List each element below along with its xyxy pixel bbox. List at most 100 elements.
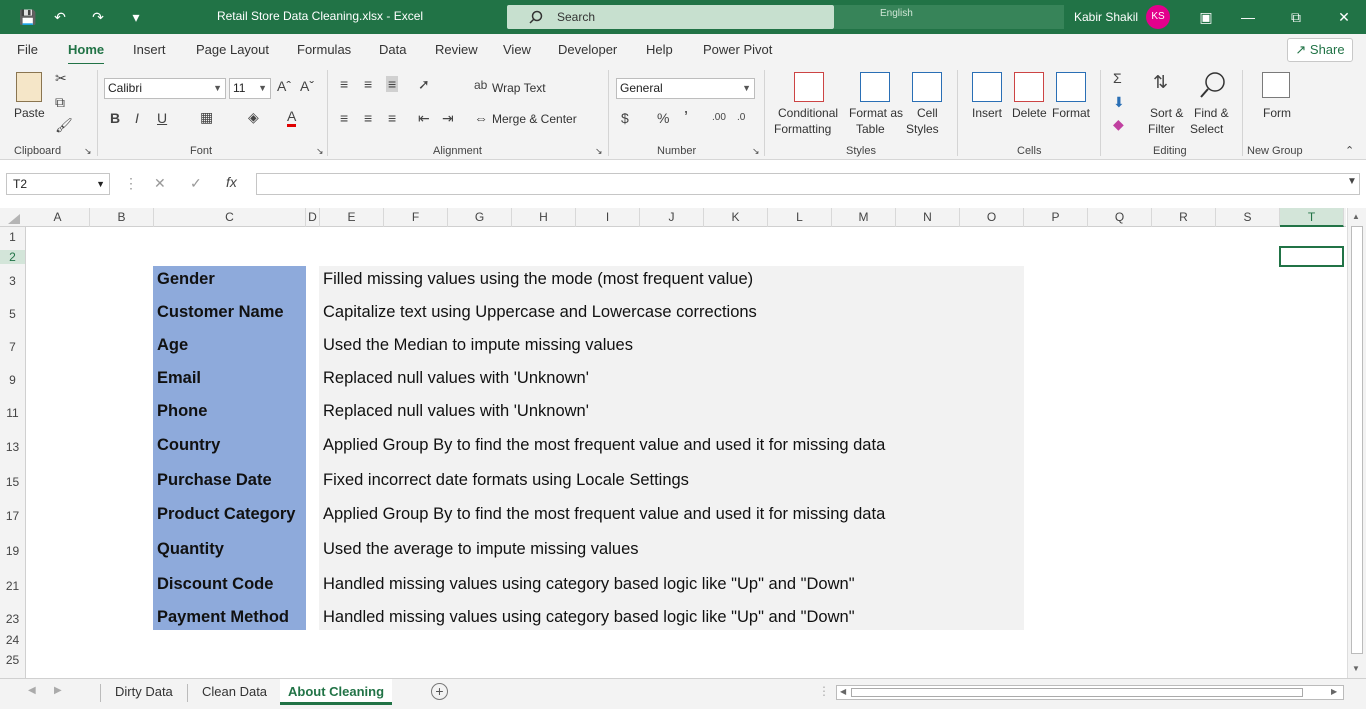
sheet-tab-clean-data[interactable]: Clean Data xyxy=(202,684,267,699)
scroll-up-icon[interactable]: ▲ xyxy=(1352,212,1360,221)
find-select-button[interactable]: Find & xyxy=(1194,106,1229,120)
cut-icon[interactable]: ✂ xyxy=(55,70,67,87)
format-painter-icon[interactable]: 🖌 xyxy=(55,117,73,134)
row-header[interactable]: 3 xyxy=(0,274,25,288)
column-header-p[interactable]: P xyxy=(1024,208,1088,227)
field-description[interactable]: Fixed incorrect date formats using Local… xyxy=(323,471,689,490)
insert-button[interactable]: Insert xyxy=(972,106,1002,120)
column-header-d[interactable]: D xyxy=(306,208,320,227)
column-header-f[interactable]: F xyxy=(384,208,448,227)
autosum-icon[interactable]: Σ xyxy=(1113,70,1122,86)
column-header-e[interactable]: E xyxy=(320,208,384,227)
enter-icon[interactable]: ✓ xyxy=(190,175,202,192)
column-header-j[interactable]: J xyxy=(640,208,704,227)
field-label[interactable]: Email xyxy=(157,369,201,388)
ribbon-display-icon[interactable]: ▣ xyxy=(1196,7,1216,27)
add-sheet-icon[interactable]: + xyxy=(431,683,448,700)
field-label[interactable]: Discount Code xyxy=(157,575,273,594)
decrease-indent-icon[interactable]: ⇤ xyxy=(418,110,430,127)
tab-split-icon[interactable]: ⋮ xyxy=(818,684,830,698)
fill-color-icon[interactable]: ◈ xyxy=(248,109,259,126)
row-header[interactable]: 1 xyxy=(0,230,25,244)
avatar[interactable]: KS xyxy=(1146,5,1170,29)
user-name[interactable]: Kabir Shakil xyxy=(1074,10,1138,24)
paste-button[interactable]: Paste xyxy=(14,106,45,120)
wrap-text-icon[interactable]: ab xyxy=(474,78,487,92)
orientation-icon[interactable]: ➚ xyxy=(418,76,430,93)
row-header[interactable]: 23 xyxy=(0,612,25,626)
column-header-h[interactable]: H xyxy=(512,208,576,227)
close-icon[interactable]: ✕ xyxy=(1334,7,1354,27)
column-header-b[interactable]: B xyxy=(90,208,154,227)
column-header-i[interactable]: I xyxy=(576,208,640,227)
currency-icon[interactable]: $ xyxy=(621,110,629,126)
align-right-icon[interactable]: ≡ xyxy=(388,110,396,126)
field-label[interactable]: Age xyxy=(157,336,188,355)
column-header-m[interactable]: M xyxy=(832,208,896,227)
cell-styles-button-line2[interactable]: Styles xyxy=(906,122,939,136)
maximize-icon[interactable]: ⧉ xyxy=(1286,7,1306,27)
column-header-a[interactable]: A xyxy=(26,208,90,227)
column-header-s[interactable]: S xyxy=(1216,208,1280,227)
field-label[interactable]: Country xyxy=(157,436,220,455)
row-header[interactable]: 21 xyxy=(0,579,25,593)
tab-view[interactable]: View xyxy=(503,42,531,57)
copy-icon[interactable]: ⧉ xyxy=(55,94,65,111)
field-label[interactable]: Quantity xyxy=(157,540,224,559)
field-description[interactable]: Filled missing values using the mode (mo… xyxy=(323,270,753,289)
field-description[interactable]: Replaced null values with 'Unknown' xyxy=(323,402,589,421)
horizontal-scrollbar[interactable]: ◀ ▶ xyxy=(836,685,1344,700)
selected-cell[interactable] xyxy=(1279,246,1344,267)
tab-review[interactable]: Review xyxy=(435,42,478,57)
column-header-k[interactable]: K xyxy=(704,208,768,227)
column-header-l[interactable]: L xyxy=(768,208,832,227)
scroll-tabs-right-icon[interactable]: ▶ xyxy=(54,685,62,696)
font-size-select[interactable]: 11 ▼ xyxy=(229,78,271,99)
bold-icon[interactable]: B xyxy=(110,110,120,126)
align-top-icon[interactable]: ≡ xyxy=(340,76,348,92)
paste-icon[interactable] xyxy=(16,72,42,102)
column-header-o[interactable]: O xyxy=(960,208,1024,227)
alignment-launcher-icon[interactable]: ↘ xyxy=(595,146,603,157)
select-all-icon[interactable] xyxy=(8,214,20,224)
search-box[interactable]: Search xyxy=(507,5,834,29)
merge-center-icon[interactable]: ⇔ xyxy=(474,110,488,126)
decrease-decimal-icon[interactable]: .0 xyxy=(737,112,745,123)
row-header[interactable]: 15 xyxy=(0,475,25,489)
field-label[interactable]: Phone xyxy=(157,402,207,421)
field-label[interactable]: Customer Name xyxy=(157,303,284,322)
clear-icon[interactable]: ◆ xyxy=(1113,116,1124,133)
field-label[interactable]: Gender xyxy=(157,270,215,289)
format-button[interactable]: Format xyxy=(1052,106,1090,120)
format-as-table-button-line2[interactable]: Table xyxy=(856,122,885,136)
field-description[interactable]: Handled missing values using category ba… xyxy=(323,608,855,627)
column-header-q[interactable]: Q xyxy=(1088,208,1152,227)
field-description[interactable]: Capitalize text using Uppercase and Lowe… xyxy=(323,303,757,322)
font-name-select[interactable]: Calibri ▼ xyxy=(104,78,226,99)
row-header[interactable]: 5 xyxy=(0,307,25,321)
sheet-tab-about-cleaning[interactable]: About Cleaning xyxy=(280,679,393,705)
align-bottom-icon[interactable]: ≡ xyxy=(386,76,399,92)
row-header[interactable]: 19 xyxy=(0,544,25,558)
row-header[interactable]: 7 xyxy=(0,340,25,354)
tab-data[interactable]: Data xyxy=(379,42,406,57)
vertical-scroll-thumb[interactable] xyxy=(1351,226,1363,654)
scroll-tabs-left-icon[interactable]: ◀ xyxy=(28,685,36,696)
scroll-right-icon[interactable]: ▶ xyxy=(1331,687,1337,696)
row-header[interactable]: 13 xyxy=(0,440,25,454)
field-description[interactable]: Used the Median to impute missing values xyxy=(323,336,633,355)
field-description[interactable]: Replaced null values with 'Unknown' xyxy=(323,369,589,388)
field-description[interactable]: Handled missing values using category ba… xyxy=(323,575,855,594)
tab-page-layout[interactable]: Page Layout xyxy=(196,42,269,57)
row-header[interactable]: 2 xyxy=(0,250,25,264)
delete-button[interactable]: Delete xyxy=(1012,106,1047,120)
column-header-g[interactable]: G xyxy=(448,208,512,227)
number-launcher-icon[interactable]: ↘ xyxy=(752,146,760,157)
tab-home[interactable]: Home xyxy=(68,42,105,66)
wrap-text-button[interactable]: Wrap Text xyxy=(492,81,546,95)
sheet-tab-dirty-data[interactable]: Dirty Data xyxy=(115,684,173,699)
column-header-n[interactable]: N xyxy=(896,208,960,227)
field-description[interactable]: Used the average to impute missing value… xyxy=(323,540,639,559)
comma-style-icon[interactable]: ’ xyxy=(684,108,688,129)
font-color-icon[interactable]: A xyxy=(287,108,297,127)
